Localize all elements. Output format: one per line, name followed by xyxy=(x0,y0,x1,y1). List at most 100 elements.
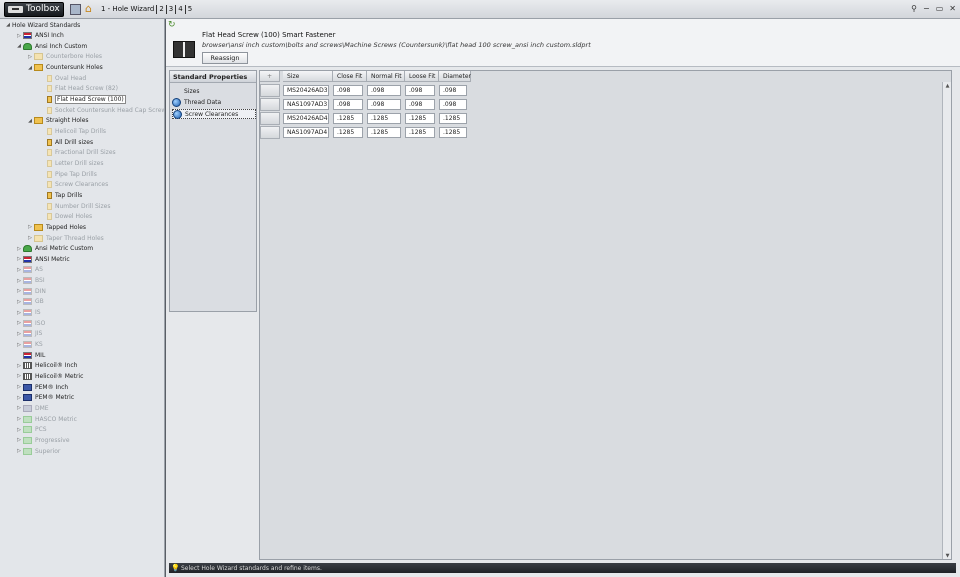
tree-item[interactable]: ▷ PEM® Inch xyxy=(15,382,68,392)
tree-item[interactable]: ▷ BSI xyxy=(15,276,45,286)
tree-item[interactable]: ▷ Tapped Holes xyxy=(26,222,86,232)
grid-cell[interactable]: .1285 xyxy=(333,127,363,139)
grid-cell[interactable]: NAS1097AD4 xyxy=(283,127,329,139)
row-selector[interactable] xyxy=(260,97,280,111)
collapsed-arrow-icon[interactable]: ▷ xyxy=(15,331,23,337)
scroll-down-icon[interactable]: ▼ xyxy=(944,552,951,559)
collapsed-arrow-icon[interactable]: ▷ xyxy=(15,310,23,316)
grid-cell[interactable]: .098 xyxy=(333,98,363,110)
std-prop-item[interactable]: Thread Data xyxy=(172,98,256,108)
collapsed-arrow-icon[interactable]: ▷ xyxy=(15,427,23,433)
tree-item[interactable]: ▷ Superior xyxy=(15,446,60,456)
tree-item[interactable]: ◢ Ansi Inch Custom xyxy=(15,41,87,51)
expanded-arrow-icon[interactable]: ◢ xyxy=(26,65,34,71)
grid-cell[interactable]: .098 xyxy=(367,98,401,110)
grid-cell[interactable]: .1285 xyxy=(367,112,401,124)
tree-item[interactable]: MIL xyxy=(15,350,45,360)
tab-3[interactable]: 3 xyxy=(167,4,177,14)
tree-item[interactable]: Dowel Holes xyxy=(37,212,92,222)
home-icon[interactable]: ⌂ xyxy=(85,3,97,15)
column-header[interactable]: Close Fit xyxy=(333,71,367,82)
tree-item[interactable]: ▷ Ansi Metric Custom xyxy=(15,244,93,254)
close-icon[interactable]: ✕ xyxy=(949,4,956,13)
collapsed-arrow-icon[interactable]: ▷ xyxy=(15,288,23,294)
tree-item[interactable]: Flat Head Screw (100) xyxy=(37,95,126,105)
vertical-scrollbar[interactable]: ▲ ▼ xyxy=(942,82,951,559)
grid-cell[interactable]: MS20426AD3 xyxy=(283,84,329,96)
tree-item[interactable]: Letter Drill sizes xyxy=(37,158,103,168)
tree-item[interactable]: Helicoil Tap Drills xyxy=(37,127,106,137)
tree-item[interactable]: ▷ ANSI Metric xyxy=(15,254,70,264)
tab-5[interactable]: 5 xyxy=(186,5,194,14)
tree-item[interactable]: ▷ GB xyxy=(15,297,44,307)
scroll-up-icon[interactable]: ▲ xyxy=(944,82,951,90)
tree-item[interactable]: Tap Drills xyxy=(37,190,82,200)
grid-cell[interactable]: MS20426AD4 xyxy=(283,112,329,124)
grid-cell[interactable]: .098 xyxy=(333,84,363,96)
expanded-arrow-icon[interactable]: ◢ xyxy=(26,118,34,124)
tree-item[interactable]: ▷ Progressive xyxy=(15,435,70,445)
grid-cell[interactable]: .098 xyxy=(405,98,435,110)
collapsed-arrow-icon[interactable]: ▷ xyxy=(15,437,23,443)
grid-cell[interactable]: NAS1097AD3 xyxy=(283,98,329,110)
tab-2[interactable]: 2 xyxy=(157,4,167,14)
tree-item[interactable]: Screw Clearances xyxy=(37,180,108,190)
collapsed-arrow-icon[interactable]: ▷ xyxy=(15,33,23,39)
minimize-icon[interactable]: − xyxy=(923,4,930,13)
tree-item[interactable]: Pipe Tap Drills xyxy=(37,169,97,179)
row-selector[interactable] xyxy=(260,126,280,140)
grid-cell[interactable]: .1285 xyxy=(439,112,467,124)
tree-item[interactable]: ◢ Hole Wizard Standards xyxy=(4,20,80,30)
tree-item[interactable]: All Drill sizes xyxy=(37,137,93,147)
collapsed-arrow-icon[interactable]: ▷ xyxy=(15,256,23,262)
collapsed-arrow-icon[interactable]: ▷ xyxy=(15,373,23,379)
std-prop-item[interactable]: Screw Clearances xyxy=(172,109,256,119)
tree-item[interactable]: ▷ PCS xyxy=(15,425,47,435)
tree-item[interactable]: ▷ ISO xyxy=(15,318,45,328)
grid-cell[interactable]: .1285 xyxy=(439,127,467,139)
grid-cell[interactable]: .098 xyxy=(405,84,435,96)
collapsed-arrow-icon[interactable]: ▷ xyxy=(15,395,23,401)
column-header[interactable]: Normal Fit xyxy=(367,71,405,82)
collapsed-arrow-icon[interactable]: ▷ xyxy=(15,416,23,422)
expanded-arrow-icon[interactable]: ◢ xyxy=(15,43,23,49)
tree-item[interactable]: Number Drill Sizes xyxy=(37,201,110,211)
collapsed-arrow-icon[interactable]: ▷ xyxy=(26,235,34,241)
collapsed-arrow-icon[interactable]: ▷ xyxy=(26,224,34,230)
refresh-icon[interactable]: ↻ xyxy=(168,21,177,30)
collapsed-arrow-icon[interactable]: ▷ xyxy=(15,278,23,284)
grid-cell[interactable]: .1285 xyxy=(333,112,363,124)
tree-item[interactable]: ▷ Helicoil® Inch xyxy=(15,361,77,371)
column-header[interactable]: Size xyxy=(283,71,333,82)
tree-item[interactable]: ▷ DIN xyxy=(15,286,46,296)
tree-item[interactable]: ▷ AS xyxy=(15,265,43,275)
tree-item[interactable]: ▷ KS xyxy=(15,340,43,350)
tree-item[interactable]: ▷ HASCO Metric xyxy=(15,414,77,424)
row-selector[interactable] xyxy=(260,83,280,97)
collapsed-arrow-icon[interactable]: ▷ xyxy=(15,405,23,411)
tree-item[interactable]: Flat Head Screw (82) xyxy=(37,84,118,94)
collapsed-arrow-icon[interactable]: ▷ xyxy=(15,246,23,252)
row-selector[interactable] xyxy=(260,111,280,125)
collapsed-arrow-icon[interactable]: ▷ xyxy=(15,384,23,390)
grid-cell[interactable]: .098 xyxy=(367,84,401,96)
collapsed-arrow-icon[interactable]: ▷ xyxy=(15,342,23,348)
tree-item[interactable]: ◢ Countersunk Holes xyxy=(26,63,103,73)
tree-item[interactable]: ▷ Counterbore Holes xyxy=(26,52,102,62)
tab-1[interactable]: 1 - Hole Wizard xyxy=(99,4,158,14)
save-icon[interactable] xyxy=(70,3,81,15)
tree-item[interactable]: ▷ DME xyxy=(15,403,49,413)
tree-item[interactable]: ▷ Helicoil® Metric xyxy=(15,371,83,381)
tree-item[interactable]: Oval Head xyxy=(37,73,86,83)
column-header[interactable]: Loose Fit xyxy=(405,71,439,82)
std-prop-item[interactable]: Sizes xyxy=(172,86,256,96)
grid-cell[interactable]: .1285 xyxy=(367,127,401,139)
column-header[interactable]: Diameter xyxy=(439,71,471,82)
pin-icon[interactable]: ⚲ xyxy=(911,4,917,13)
collapsed-arrow-icon[interactable]: ▷ xyxy=(26,54,34,60)
tree-item[interactable]: ◢ Straight Holes xyxy=(26,116,89,126)
expanded-arrow-icon[interactable]: ◢ xyxy=(4,22,12,28)
reassign-button[interactable]: Reassign xyxy=(202,52,248,64)
tree-item[interactable]: ▷ ANSI Inch xyxy=(15,31,64,41)
tree-item[interactable]: Fractional Drill Sizes xyxy=(37,148,116,158)
